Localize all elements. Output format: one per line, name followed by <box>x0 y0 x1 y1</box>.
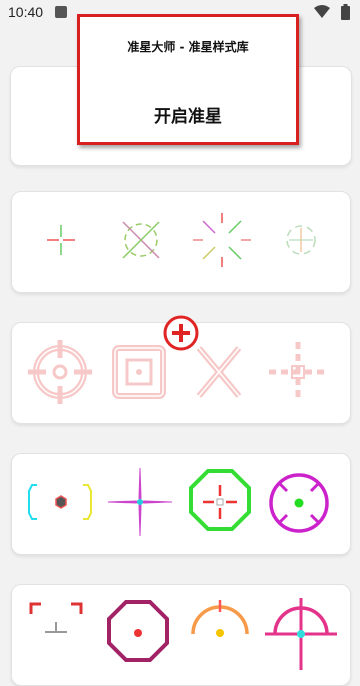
purple-octagon-icon[interactable] <box>97 584 179 684</box>
rainbow-dashes-x-icon[interactable] <box>179 191 261 291</box>
pastel-circle-plus-icon[interactable] <box>261 191 343 291</box>
crosshair-dialog: 准星大师 - 准星样式库 开启准星 <box>77 14 299 145</box>
rainbow-circle-x-icon[interactable] <box>97 191 179 291</box>
crosshair-row-1 <box>15 191 344 291</box>
add-circle-icon[interactable] <box>162 314 200 352</box>
magenta-circle-icon[interactable] <box>261 453 343 553</box>
crosshair-row-4 <box>15 584 344 684</box>
open-crosshair-button[interactable]: 开启准星 <box>80 102 296 127</box>
battery-icon <box>341 4 350 20</box>
red-glow-circle-icon[interactable] <box>15 322 97 422</box>
red-corner-brackets-icon[interactable] <box>15 584 97 684</box>
orange-semicircle-icon[interactable] <box>179 584 261 684</box>
cyan-yellow-brackets-icon[interactable] <box>15 453 97 553</box>
magenta-cyan-star-icon[interactable] <box>97 453 179 553</box>
green-red-plus-icon[interactable] <box>15 191 97 291</box>
red-glow-dashed-plus-icon[interactable] <box>261 322 343 422</box>
status-time: 10:40 <box>8 4 44 20</box>
green-octagon-icon[interactable] <box>179 453 261 553</box>
magenta-circle-plus-icon[interactable] <box>261 584 343 684</box>
notification-icon <box>55 6 67 18</box>
wifi-icon <box>314 5 330 18</box>
dialog-title: 准星大师 - 准星样式库 <box>127 40 249 54</box>
crosshair-row-3 <box>15 453 344 553</box>
